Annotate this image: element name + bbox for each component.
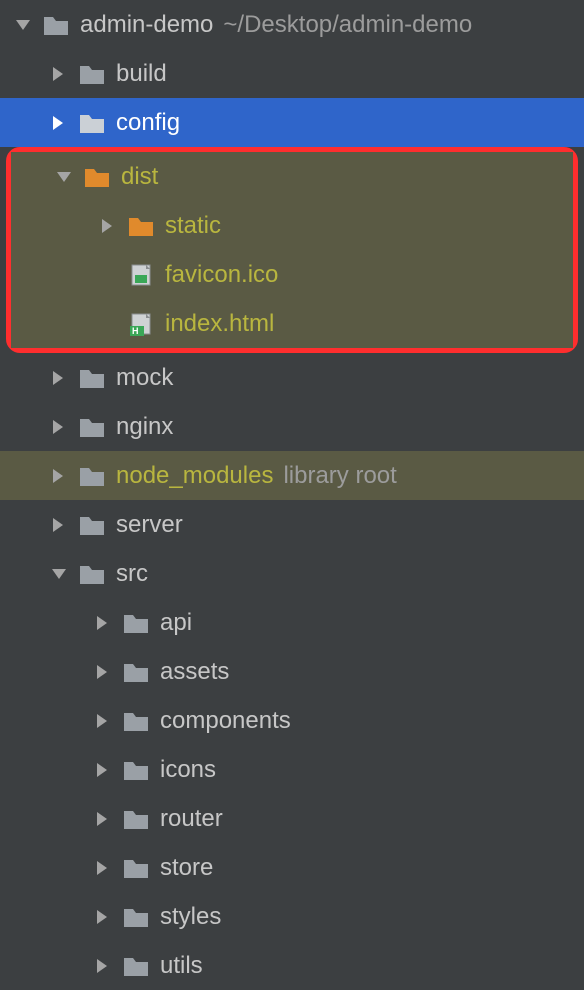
folder-icon bbox=[78, 513, 106, 537]
item-label: index.html bbox=[165, 310, 274, 338]
item-label: styles bbox=[160, 903, 221, 931]
item-label: assets bbox=[160, 658, 229, 686]
tree-root[interactable]: admin-demo ~/Desktop/admin-demo bbox=[0, 0, 584, 49]
tree-item-node-modules[interactable]: node_modules library root bbox=[0, 451, 584, 500]
chevron-right-icon[interactable] bbox=[50, 467, 68, 485]
tree-item-store[interactable]: store bbox=[0, 843, 584, 892]
tree-item-api[interactable]: api bbox=[0, 598, 584, 647]
folder-icon bbox=[122, 758, 150, 782]
root-label: admin-demo bbox=[80, 11, 213, 39]
image-file-icon bbox=[127, 263, 155, 287]
chevron-right-icon[interactable] bbox=[94, 663, 112, 681]
item-label: router bbox=[160, 805, 223, 833]
item-label: src bbox=[116, 560, 148, 588]
tree-item-server[interactable]: server bbox=[0, 500, 584, 549]
chevron-right-icon[interactable] bbox=[94, 908, 112, 926]
item-note: library root bbox=[283, 462, 396, 490]
tree-item-config[interactable]: config bbox=[0, 98, 584, 147]
item-label: utils bbox=[160, 952, 203, 980]
tree-item-utils[interactable]: utils bbox=[0, 941, 584, 990]
chevron-right-icon[interactable] bbox=[94, 957, 112, 975]
folder-icon bbox=[78, 62, 106, 86]
chevron-right-icon[interactable] bbox=[94, 810, 112, 828]
tree-item-components[interactable]: components bbox=[0, 696, 584, 745]
tree-item-dist[interactable]: dist bbox=[11, 152, 573, 201]
chevron-right-icon[interactable] bbox=[50, 114, 68, 132]
item-label: node_modules bbox=[116, 462, 273, 490]
folder-icon bbox=[78, 366, 106, 390]
item-label: components bbox=[160, 707, 291, 735]
folder-icon bbox=[78, 111, 106, 135]
tree-item-src[interactable]: src bbox=[0, 549, 584, 598]
root-path: ~/Desktop/admin-demo bbox=[223, 11, 472, 39]
tree-item-static[interactable]: static bbox=[11, 201, 573, 250]
tree-item-icons[interactable]: icons bbox=[0, 745, 584, 794]
item-label: api bbox=[160, 609, 192, 637]
item-label: server bbox=[116, 511, 183, 539]
chevron-right-icon[interactable] bbox=[50, 65, 68, 83]
item-label: favicon.ico bbox=[165, 261, 278, 289]
item-label: nginx bbox=[116, 413, 173, 441]
tree-item-nginx[interactable]: nginx bbox=[0, 402, 584, 451]
chevron-right-icon[interactable] bbox=[94, 761, 112, 779]
folder-icon bbox=[78, 464, 106, 488]
folder-icon bbox=[122, 905, 150, 929]
tree-item-router[interactable]: router bbox=[0, 794, 584, 843]
folder-icon bbox=[122, 807, 150, 831]
folder-icon bbox=[78, 562, 106, 586]
chevron-right-icon[interactable] bbox=[94, 859, 112, 877]
chevron-down-icon[interactable] bbox=[50, 565, 68, 583]
chevron-right-icon[interactable] bbox=[99, 217, 117, 235]
highlight-annotation: dist static favicon.ico bbox=[6, 147, 578, 353]
folder-icon bbox=[122, 954, 150, 978]
tree-item-styles[interactable]: styles bbox=[0, 892, 584, 941]
chevron-down-icon[interactable] bbox=[55, 168, 73, 186]
chevron-right-icon[interactable] bbox=[50, 516, 68, 534]
chevron-right-icon[interactable] bbox=[94, 712, 112, 730]
item-label: icons bbox=[160, 756, 216, 784]
folder-icon bbox=[122, 709, 150, 733]
tree-item-mock[interactable]: mock bbox=[0, 353, 584, 402]
item-label: static bbox=[165, 212, 221, 240]
item-label: store bbox=[160, 854, 213, 882]
tree-item-assets[interactable]: assets bbox=[0, 647, 584, 696]
chevron-right-icon[interactable] bbox=[94, 614, 112, 632]
folder-icon bbox=[127, 214, 155, 238]
tree-item-index[interactable]: index.html bbox=[11, 299, 573, 348]
folder-icon bbox=[78, 415, 106, 439]
item-label: dist bbox=[121, 163, 158, 191]
item-label: build bbox=[116, 60, 167, 88]
folder-icon bbox=[122, 660, 150, 684]
tree-item-favicon[interactable]: favicon.ico bbox=[11, 250, 573, 299]
item-label: mock bbox=[116, 364, 173, 392]
chevron-right-icon[interactable] bbox=[50, 369, 68, 387]
folder-icon bbox=[83, 165, 111, 189]
html-file-icon bbox=[127, 312, 155, 336]
folder-icon bbox=[122, 611, 150, 635]
chevron-down-icon[interactable] bbox=[14, 16, 32, 34]
chevron-right-icon[interactable] bbox=[50, 418, 68, 436]
project-tree: admin-demo ~/Desktop/admin-demo build co… bbox=[0, 0, 584, 990]
folder-icon bbox=[122, 856, 150, 880]
tree-item-build[interactable]: build bbox=[0, 49, 584, 98]
item-label: config bbox=[116, 109, 180, 137]
folder-icon bbox=[42, 13, 70, 37]
